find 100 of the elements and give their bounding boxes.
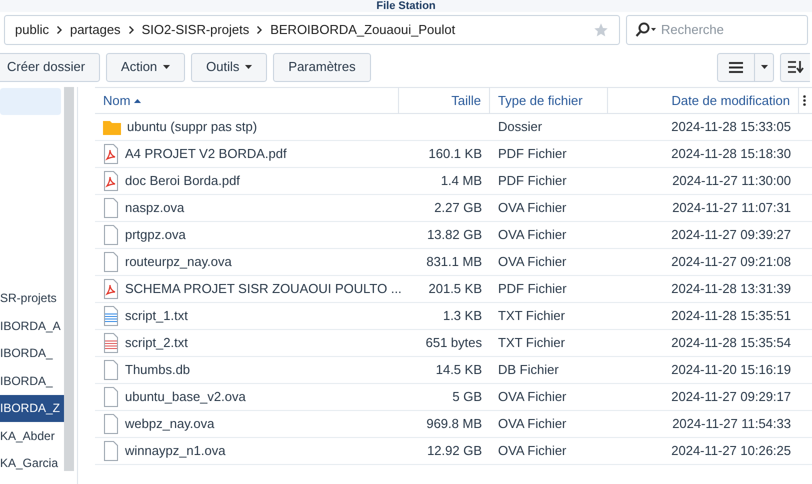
- modified-date: 2024-11-27 11:30:00: [672, 172, 791, 190]
- file-icon: [103, 387, 119, 407]
- breadcrumb-link[interactable]: public: [15, 20, 49, 40]
- sidebar-item[interactable]: IBORDA_Z: [0, 394, 64, 422]
- file-size: 2.27 GB: [434, 199, 482, 218]
- toolbar-button[interactable]: Action: [106, 52, 186, 82]
- chevron-icon: [128, 26, 134, 34]
- file-type: OVA Fichier: [498, 443, 566, 458]
- column-header[interactable]: Taille: [399, 88, 490, 113]
- sort-button[interactable]: [780, 52, 810, 82]
- file-icon: [103, 198, 119, 218]
- column-header[interactable]: Type de fichier: [490, 88, 608, 113]
- file-name: script_1.txt: [125, 307, 188, 326]
- toolbar-button[interactable]: Paramètres: [273, 52, 371, 82]
- file-name: A4 PROJET V2 BORDA.pdf: [125, 145, 287, 164]
- view-dropdown-button[interactable]: [755, 52, 774, 82]
- modified-date: 2024-11-20 15:16:19: [671, 361, 791, 380]
- modified-date: 2024-11-27 10:26:25: [671, 442, 791, 460]
- breadcrumb-link[interactable]: partages: [70, 20, 121, 40]
- caret-icon: [760, 65, 768, 69]
- file-row[interactable]: doc Beroi Borda.pdf 1.4 MB PDF Fichier 2024-11-27 11:30:00: [95, 168, 812, 195]
- modified-date: 2024-11-27 11:54:33: [672, 415, 791, 434]
- file-size: 1.4 MB: [440, 172, 482, 190]
- file-name: webpz_nay.ova: [125, 415, 214, 434]
- file-icon: [103, 225, 119, 245]
- file-size: 651 bytes: [426, 334, 482, 352]
- file-size: 201.5 KB: [428, 280, 482, 298]
- file-size: 14.5 KB: [436, 361, 482, 380]
- modified-date: 2024-11-27 09:21:08: [671, 253, 791, 272]
- sidebar-item[interactable]: SR-projets: [0, 284, 64, 312]
- file-type: OVA Fichier: [498, 389, 566, 404]
- file-type: DB Fichier: [498, 362, 559, 378]
- list-view-button[interactable]: [717, 52, 755, 82]
- file-row[interactable]: Thumbs.db 14.5 KB DB Fichier 2024-11-20 15:16:19: [95, 357, 812, 384]
- more-options-icon[interactable]: [803, 95, 806, 106]
- file-row[interactable]: winnaypz_n1.ova 12.92 GB OVA Fichier 2024-11-27 10:26:25: [95, 438, 812, 465]
- sidebar-item[interactable]: IBORDA_A: [0, 312, 64, 340]
- file-icon: [103, 414, 119, 434]
- window-title: File Station: [376, 0, 436, 12]
- file-type: PDF Fichier: [498, 146, 567, 162]
- toolbar-button[interactable]: Outils: [191, 52, 268, 82]
- file-size: 1.3 KB: [442, 307, 482, 326]
- modified-date: 2024-11-28 15:33:05: [671, 118, 791, 136]
- sidebar-item[interactable]: IBORDA_: [0, 340, 64, 367]
- file-type: Dossier: [498, 119, 542, 134]
- file-row[interactable]: ubuntu_base_v2.ova 5 GB OVA Fichier 2024-11-27 09:29:17: [95, 384, 812, 411]
- file-size: 969.8 MB: [426, 415, 482, 434]
- file-name: prtgpz.ova: [125, 226, 186, 244]
- file-row[interactable]: naspz.ova 2.27 GB OVA Fichier 2024-11-27 11:07:31: [95, 195, 812, 222]
- text-file-icon: [103, 333, 119, 353]
- file-row[interactable]: prtgpz.ova 13.82 GB OVA Fichier 2024-11-27 09:39:27: [95, 222, 812, 249]
- file-name: winnaypz_n1.ova: [125, 442, 226, 460]
- file-type: TXT Fichier: [498, 308, 565, 324]
- file-name: Thumbs.db: [125, 361, 190, 380]
- pdf-file-icon: [103, 144, 119, 164]
- file-row[interactable]: routeurpz_nay.ova 831.1 MB OVA Fichier 2024-11-27 09:21:08: [95, 249, 812, 276]
- file-row[interactable]: webpz_nay.ova 969.8 MB OVA Fichier 2024-11-27 11:54:33: [95, 411, 812, 438]
- modified-date: 2024-11-27 09:29:17: [671, 388, 791, 406]
- column-header[interactable]: Nom: [95, 88, 399, 113]
- file-name: routeurpz_nay.ova: [125, 253, 232, 272]
- file-type: TXT Fichier: [498, 335, 565, 350]
- sort-ascending-icon: [134, 98, 142, 102]
- file-row[interactable]: A4 PROJET V2 BORDA.pdf 160.1 KB PDF Fichier 2024-11-28 15:18:30: [95, 141, 812, 168]
- file-size: 160.1 KB: [428, 145, 482, 164]
- star-icon[interactable]: [593, 22, 609, 38]
- sidebar-item[interactable]: KA_Abder: [0, 422, 64, 450]
- sidebar-item[interactable]: KA_Garcia: [0, 450, 64, 477]
- sidebar-item[interactable]: IBORDA_: [0, 367, 64, 394]
- modified-date: 2024-11-28 15:18:30: [671, 145, 791, 164]
- file-row[interactable]: ubuntu (suppr pas stp) Dossier 2024-11-28 15:33:05: [95, 114, 812, 141]
- file-type: PDF Fichier: [498, 281, 567, 296]
- breadcrumb-link[interactable]: BEROIBORDA_Zouaoui_Poulot: [270, 20, 456, 40]
- pdf-file-icon: [103, 279, 119, 299]
- file-size: 831.1 MB: [426, 253, 482, 272]
- file-type: PDF Fichier: [498, 173, 567, 188]
- file-type: OVA Fichier: [498, 227, 566, 242]
- file-name: doc Beroi Borda.pdf: [125, 172, 240, 190]
- column-header[interactable]: Date de modification: [608, 88, 799, 113]
- file-name: script_2.txt: [125, 334, 188, 352]
- modified-date: 2024-11-28 15:35:51: [671, 307, 791, 326]
- modified-date: 2024-11-28 13:31:39: [671, 280, 791, 298]
- sort-icon: [788, 61, 804, 73]
- toolbar-button[interactable]: Créer dossier: [0, 52, 100, 82]
- search-field[interactable]: Recherche: [661, 20, 791, 40]
- file-row[interactable]: script_2.txt 651 bytes TXT Fichier 2024-11-28 15:35:54: [95, 330, 812, 357]
- search-bar[interactable]: Recherche: [626, 15, 808, 45]
- file-type: OVA Fichier: [498, 254, 566, 270]
- scrollbar[interactable]: [64, 87, 74, 471]
- file-icon: [103, 441, 119, 461]
- file-size: 12.92 GB: [427, 442, 482, 460]
- text-file-icon: [103, 306, 119, 326]
- breadcrumb-link[interactable]: SIO2-SISR-projets: [142, 20, 250, 40]
- file-row[interactable]: SCHEMA PROJET SISR ZOUAOUI POULTO ... 201.5 KB PDF Fichier 2024-11-28 13:31:39: [95, 276, 812, 303]
- file-type: OVA Fichier: [498, 200, 566, 216]
- file-icon: [103, 252, 119, 272]
- folder-icon: [103, 120, 121, 134]
- file-type: OVA Fichier: [498, 416, 566, 432]
- pdf-file-icon: [103, 171, 119, 191]
- file-name: SCHEMA PROJET SISR ZOUAOUI POULTO ...: [125, 280, 402, 298]
- file-row[interactable]: script_1.txt 1.3 KB TXT Fichier 2024-11-28 15:35:51: [95, 303, 812, 330]
